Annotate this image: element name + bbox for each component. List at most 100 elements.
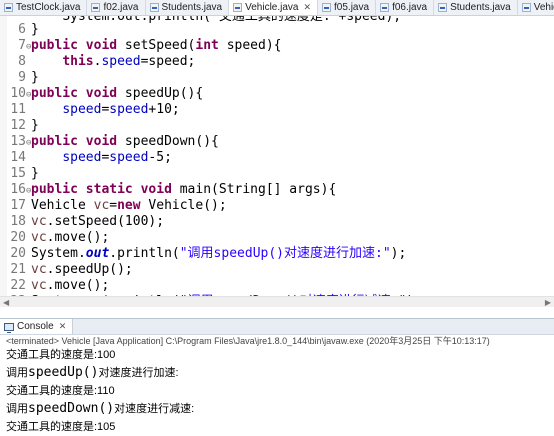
horizontal-scrollbar[interactable]: ◀ ▶ [0, 296, 554, 307]
console-tab[interactable]: Console ✕ [0, 319, 74, 334]
code-line: 10⊖public void speedUp(){ [0, 86, 554, 102]
line-number: 12 [10, 118, 26, 133]
console-icon [4, 322, 14, 333]
editor-tab-label: TestClock.java [16, 2, 81, 13]
code-token: public [31, 182, 78, 197]
code-token: speed){ [218, 38, 282, 53]
editor-tab[interactable]: TestClock.java [0, 0, 88, 15]
code-line: 20 vc.move(); [0, 230, 554, 246]
close-icon[interactable]: ✕ [59, 321, 67, 332]
editor-tab-label: f05.java [334, 2, 370, 13]
editor-tab[interactable]: Vehicle.java ✕ [229, 0, 319, 15]
console-text: 对速度进行减速: [114, 403, 195, 415]
console-output-line: 交通工具的速度是:110 [6, 382, 546, 400]
scroll-right-icon[interactable]: ▶ [545, 298, 551, 307]
java-file-icon [233, 3, 243, 12]
code-token: vc [31, 230, 47, 245]
code-token: int [195, 38, 219, 53]
code-line: 14 speed=speed-5; [0, 150, 554, 166]
line-number: 20 [10, 246, 26, 261]
code-line: 6} [0, 22, 554, 38]
code-token: new [117, 198, 141, 213]
code-line: 17 Vehicle vc=new Vehicle(); [0, 198, 554, 214]
code-token: vc [93, 198, 110, 213]
code-token: Vehicle(); [140, 198, 227, 213]
code-token: .move(); [46, 230, 110, 245]
code-token: =speed; [140, 54, 196, 69]
code-line: 13⊖public void speedDown(){ [0, 134, 554, 150]
editor-tab-label: Students.java [450, 2, 511, 13]
editor-tab-bar: TestClock.java f02.java Students.java Vehic… [0, 0, 554, 16]
editor-tab[interactable]: Students.java [434, 0, 518, 15]
console-output-line: 交通工具的速度是:105 [6, 418, 546, 436]
editor-tab[interactable]: f05.java [318, 0, 377, 15]
code-line: 12} [0, 118, 554, 134]
java-file-icon [4, 3, 13, 12]
line-number: 9 [18, 70, 26, 85]
code-token: ); [390, 246, 407, 261]
code-line: 7⊖public void setSpeed(int speed){ [0, 38, 554, 54]
code-token: .move(); [46, 278, 110, 293]
java-file-icon [322, 3, 332, 12]
code-line: 20 System.out.println("调用speedUp()对速度进行加速… [0, 246, 554, 262]
code-token: public [31, 38, 78, 53]
console-text: 调用 [6, 367, 28, 379]
code-token: speed [62, 102, 102, 117]
code-line: 8 this.speed=speed; [0, 54, 554, 70]
editor-tab-label: f02.java [103, 2, 139, 13]
code-token: speed [109, 102, 149, 117]
scroll-left-icon[interactable]: ◀ [3, 298, 9, 307]
line-number: 14 [10, 150, 26, 165]
code-token: public [31, 134, 78, 149]
code-token: setSpeed( [117, 38, 196, 53]
editor-tab-label: Vehicle.java [245, 2, 299, 13]
code-token: this [62, 54, 94, 69]
java-file-icon [438, 3, 448, 12]
code-token: } [31, 70, 39, 85]
close-icon[interactable]: ✕ [303, 2, 311, 13]
code-token: +10; [148, 102, 180, 117]
code-token: System. [31, 246, 86, 261]
code-token: .setSpeed(100); [46, 214, 165, 229]
code-token: = [109, 198, 118, 213]
line-number: 6 [18, 22, 26, 37]
editor-tab[interactable]: Vehicle.java [518, 0, 554, 15]
editor-tab[interactable]: Students.java [146, 0, 230, 15]
editor-tab[interactable]: f06.java [376, 0, 435, 15]
code-token: speed [101, 54, 141, 69]
code-line: 22 vc.move(); [0, 278, 554, 294]
line-number: 16 [10, 182, 26, 197]
code-token: "调用speedUp()对速度进行加速:" [179, 246, 391, 261]
code-line: 15} [0, 166, 554, 182]
console-text: 对速度进行加速: [98, 367, 179, 379]
code-token: public [31, 86, 78, 101]
editor-tab[interactable]: f02.java [87, 0, 146, 15]
code-token: .speedUp(); [46, 262, 133, 277]
line-number: 17 [10, 198, 26, 213]
line-number: 7 [18, 38, 26, 53]
java-file-icon [149, 3, 159, 12]
line-number: 15 [10, 166, 26, 181]
console-output-line: 调用speedDown()对速度进行减速: [6, 400, 546, 418]
console-view-header: Console ✕ [0, 318, 554, 335]
code-token: } [31, 166, 39, 181]
code-editor[interactable]: System.out.println("交通工具的速度是:"+speed); 6… [0, 16, 554, 306]
line-number: 20 [10, 230, 26, 245]
line-number: 8 [18, 54, 26, 69]
code-token: vc [31, 278, 47, 293]
editor-tab-label: f06.java [392, 2, 428, 13]
code-token: vc [31, 214, 47, 229]
console-tab-label: Console [17, 321, 54, 332]
code-token: speedUp(){ [117, 86, 204, 101]
code-token: void [85, 134, 118, 149]
code-token: main(String[] args){ [171, 182, 337, 197]
code-token: void [85, 38, 118, 53]
code-token: Vehicle [31, 198, 94, 213]
console-text: 交通工具的速度是:105 [6, 421, 116, 433]
code-line: 21 vc.speedUp(); [0, 262, 554, 278]
code-token: vc [31, 262, 47, 277]
